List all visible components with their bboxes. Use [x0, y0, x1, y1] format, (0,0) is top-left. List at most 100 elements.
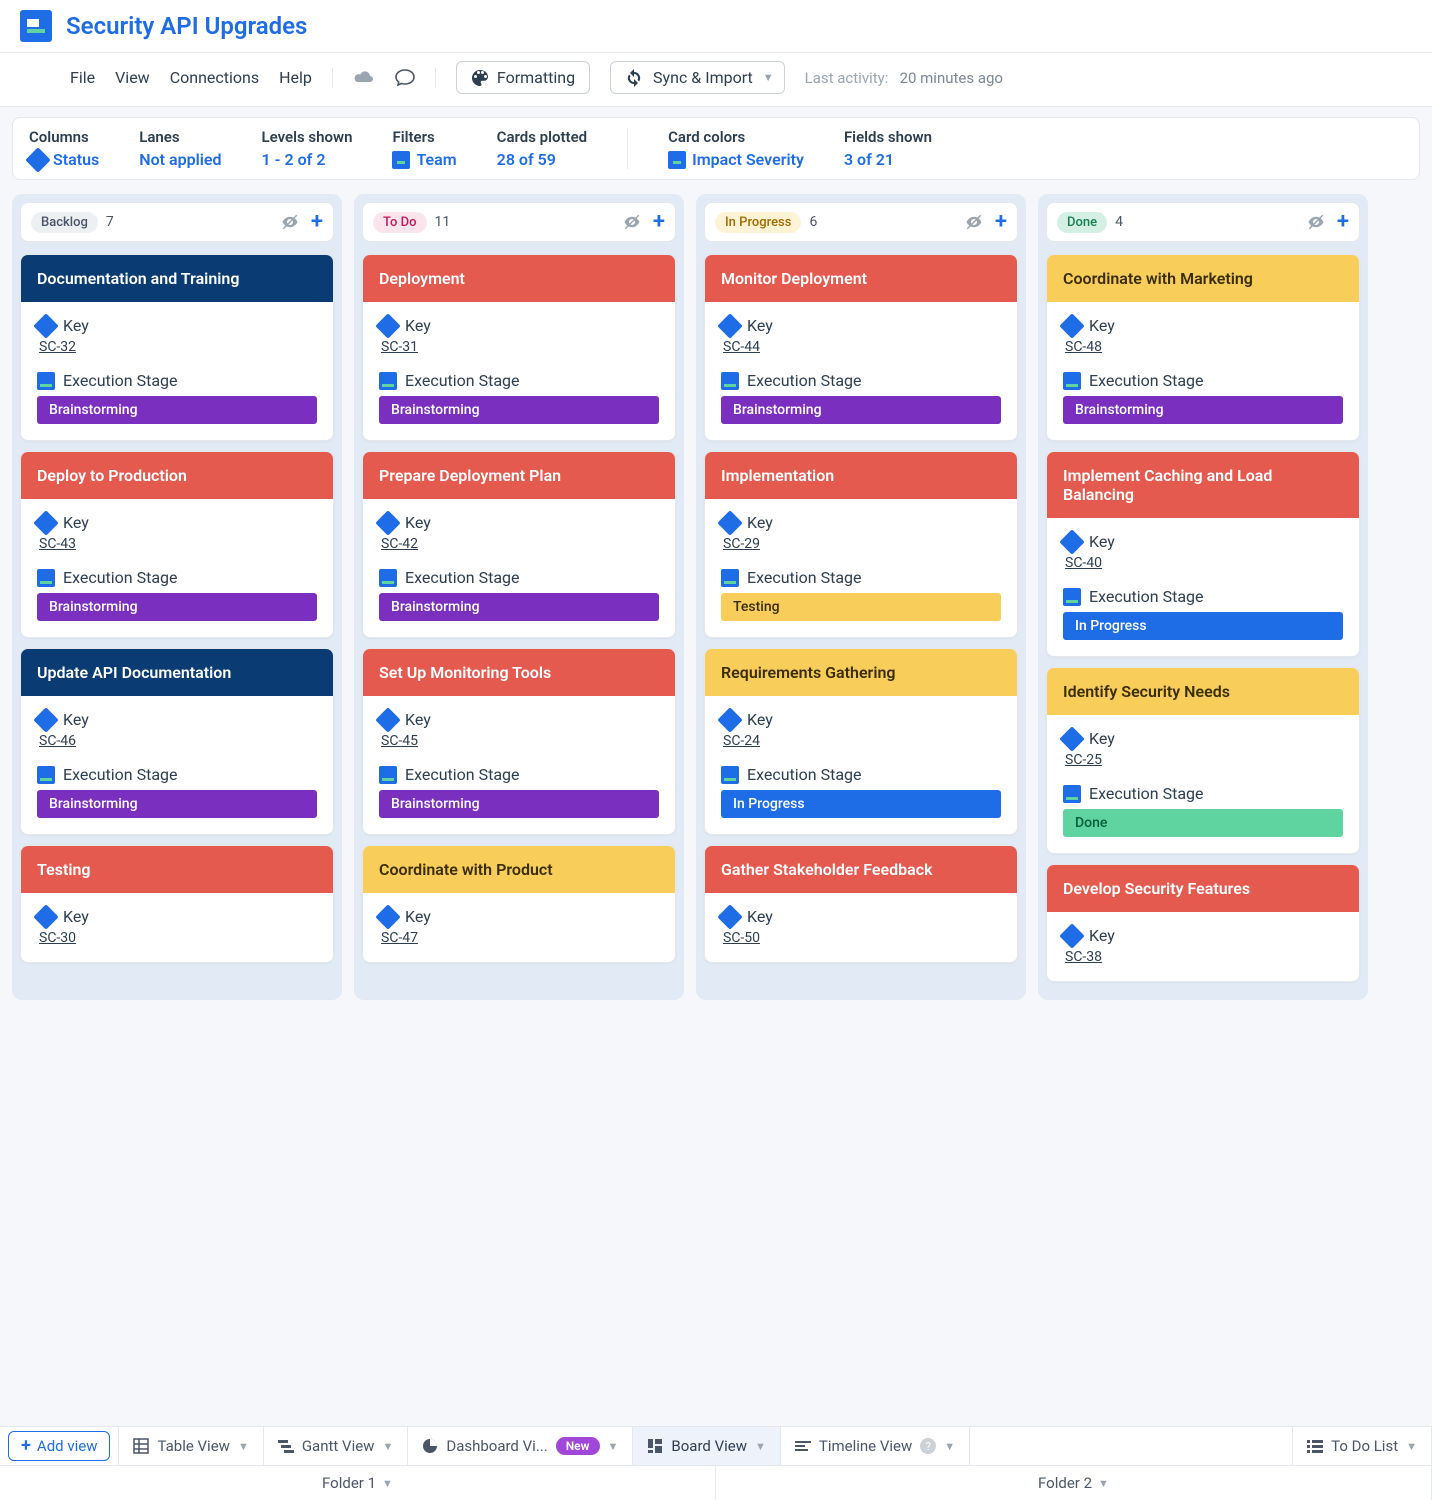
- plus-icon: +: [21, 1437, 31, 1455]
- folder-tab-2[interactable]: Folder 2▼: [716, 1466, 1432, 1500]
- filter-cards[interactable]: Cards plotted 28 of 59: [497, 128, 587, 169]
- chat-icon[interactable]: [395, 69, 415, 87]
- filter-colors[interactable]: Card colors Impact Severity: [668, 128, 804, 169]
- stage-label: Execution Stage: [405, 371, 520, 390]
- filter-lanes[interactable]: Lanes Not applied: [139, 128, 221, 169]
- column-count: 4: [1115, 214, 1123, 230]
- cloud-icon[interactable]: [353, 70, 375, 86]
- stage-label: Execution Stage: [1089, 587, 1204, 606]
- filter-filters[interactable]: Filters Team: [392, 128, 456, 169]
- key-value[interactable]: SC-29: [723, 536, 1001, 552]
- card-title: Set Up Monitoring Tools: [363, 649, 675, 696]
- card[interactable]: Testing Key SC-30: [20, 845, 334, 963]
- stage-value: Brainstorming: [379, 593, 659, 621]
- diamond-icon: [1059, 726, 1084, 751]
- card[interactable]: Coordinate with Marketing Key SC-48 Exec…: [1046, 254, 1360, 441]
- key-label: Key: [63, 513, 89, 532]
- key-value[interactable]: SC-32: [39, 339, 317, 355]
- add-card-button[interactable]: +: [653, 211, 665, 233]
- top-header: Security API Upgrades: [0, 0, 1432, 53]
- key-value[interactable]: SC-42: [381, 536, 659, 552]
- stage-label: Execution Stage: [405, 568, 520, 587]
- filter-fields[interactable]: Fields shown 3 of 21: [844, 128, 932, 169]
- card[interactable]: Requirements Gathering Key SC-24 Executi…: [704, 648, 1018, 835]
- card[interactable]: Gather Stakeholder Feedback Key SC-50: [704, 845, 1018, 963]
- card[interactable]: Implementation Key SC-29 Execution Stage…: [704, 451, 1018, 638]
- card[interactable]: Identify Security Needs Key SC-25 Execut…: [1046, 667, 1360, 854]
- view-tab-label: To Do List: [1331, 1437, 1398, 1455]
- bottom-bar: + Add view Table View▼Gantt View▼Dashboa…: [0, 1426, 1432, 1500]
- stage-label: Execution Stage: [63, 765, 178, 784]
- filter-columns[interactable]: Columns Status: [29, 128, 99, 169]
- folder-tab-1[interactable]: Folder 1▼: [0, 1466, 716, 1500]
- key-value[interactable]: SC-45: [381, 733, 659, 749]
- stage-icon: [1063, 785, 1081, 803]
- view-tab-table-view[interactable]: Table View▼: [119, 1427, 263, 1465]
- menu-help[interactable]: Help: [279, 68, 312, 87]
- card[interactable]: Deploy to Production Key SC-43 Execution…: [20, 451, 334, 638]
- stage-icon: [379, 372, 397, 390]
- chevron-down-icon: ▼: [382, 1477, 393, 1490]
- card[interactable]: Develop Security Features Key SC-38: [1046, 864, 1360, 982]
- view-tab-to-do-list[interactable]: To Do List▼: [1293, 1427, 1432, 1465]
- formatting-button[interactable]: Formatting: [456, 61, 590, 94]
- diamond-icon: [717, 904, 742, 929]
- menu-view[interactable]: View: [115, 68, 150, 87]
- card[interactable]: Prepare Deployment Plan Key SC-42 Execut…: [362, 451, 676, 638]
- card-title: Gather Stakeholder Feedback: [705, 846, 1017, 893]
- card-title: Update API Documentation: [21, 649, 333, 696]
- card-title: Requirements Gathering: [705, 649, 1017, 696]
- menu-bar: File View Connections Help Formatting Sy…: [0, 53, 1432, 107]
- key-value[interactable]: SC-50: [723, 930, 1001, 946]
- add-card-button[interactable]: +: [1337, 211, 1349, 233]
- kanban-board: Backlog 7 + Documentation and Training K…: [0, 180, 1432, 1060]
- menu-connections[interactable]: Connections: [170, 68, 259, 87]
- add-card-button[interactable]: +: [311, 211, 323, 233]
- folders-row: Folder 1▼ Folder 2▼: [0, 1465, 1432, 1500]
- help-icon[interactable]: ?: [920, 1438, 936, 1454]
- column-to-do: To Do 11 + Deployment Key SC-31 Executio…: [354, 194, 684, 1000]
- view-tab-board-view[interactable]: Board View▼: [633, 1427, 781, 1465]
- card[interactable]: Set Up Monitoring Tools Key SC-45 Execut…: [362, 648, 676, 835]
- card[interactable]: Deployment Key SC-31 Execution Stage Bra…: [362, 254, 676, 441]
- stage-value: Brainstorming: [37, 593, 317, 621]
- key-value[interactable]: SC-30: [39, 930, 317, 946]
- key-value[interactable]: SC-31: [381, 339, 659, 355]
- key-value[interactable]: SC-46: [39, 733, 317, 749]
- stage-icon: [37, 569, 55, 587]
- sync-import-button[interactable]: Sync & Import ▼: [610, 61, 785, 94]
- hide-column-icon[interactable]: [623, 213, 641, 231]
- card[interactable]: Coordinate with Product Key SC-47: [362, 845, 676, 963]
- key-value[interactable]: SC-38: [1065, 949, 1343, 965]
- key-value[interactable]: SC-44: [723, 339, 1001, 355]
- diamond-icon: [717, 510, 742, 535]
- view-tab-label: Board View: [671, 1437, 747, 1455]
- add-view-button[interactable]: + Add view: [8, 1431, 110, 1461]
- hide-column-icon[interactable]: [1307, 213, 1325, 231]
- key-value[interactable]: SC-47: [381, 930, 659, 946]
- view-tab-timeline-view[interactable]: Timeline View?▼: [781, 1427, 970, 1465]
- key-value[interactable]: SC-43: [39, 536, 317, 552]
- color-icon: [668, 151, 686, 169]
- view-tab-gantt-view[interactable]: Gantt View▼: [264, 1427, 409, 1465]
- view-tab-dashboard-vi-[interactable]: Dashboard Vi...New▼: [408, 1427, 633, 1465]
- diamond-icon: [1059, 923, 1084, 948]
- menu-file[interactable]: File: [70, 68, 95, 87]
- filter-levels[interactable]: Levels shown 1 - 2 of 2: [262, 128, 353, 169]
- key-value[interactable]: SC-25: [1065, 752, 1343, 768]
- add-card-button[interactable]: +: [995, 211, 1007, 233]
- key-value[interactable]: SC-48: [1065, 339, 1343, 355]
- hide-column-icon[interactable]: [965, 213, 983, 231]
- card[interactable]: Monitor Deployment Key SC-44 Execution S…: [704, 254, 1018, 441]
- key-label: Key: [747, 710, 773, 729]
- card[interactable]: Documentation and Training Key SC-32 Exe…: [20, 254, 334, 441]
- hide-column-icon[interactable]: [281, 213, 299, 231]
- stage-icon: [379, 569, 397, 587]
- key-value[interactable]: SC-24: [723, 733, 1001, 749]
- card[interactable]: Update API Documentation Key SC-46 Execu…: [20, 648, 334, 835]
- stage-value: Brainstorming: [1063, 396, 1343, 424]
- key-value[interactable]: SC-40: [1065, 555, 1343, 571]
- view-icon: [647, 1438, 663, 1454]
- card[interactable]: Implement Caching and Load Balancing Key…: [1046, 451, 1360, 657]
- stage-icon: [1063, 588, 1081, 606]
